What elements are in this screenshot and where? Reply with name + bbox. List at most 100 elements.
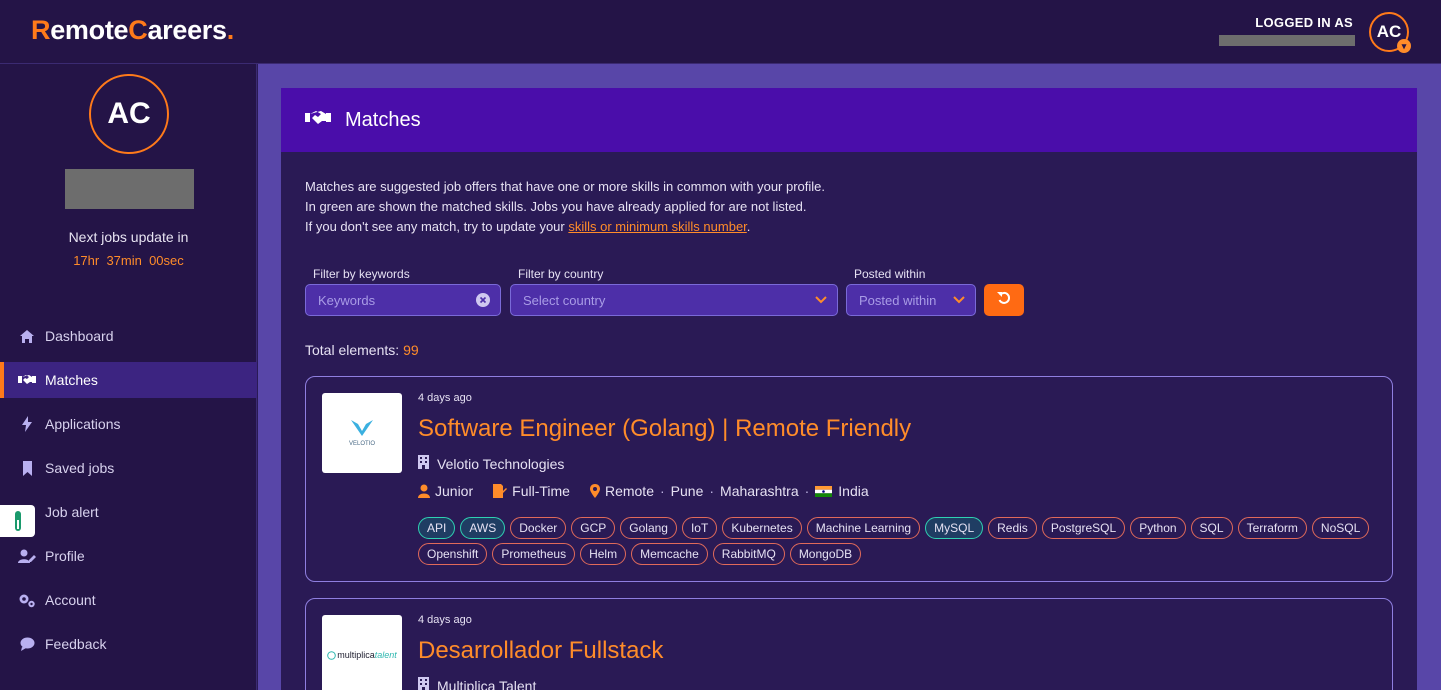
sidebar-item-label: Applications	[45, 416, 121, 432]
level-label: Junior	[435, 483, 474, 499]
multiplica-mark-icon	[327, 650, 337, 660]
job-meta: Junior Full-Time Remote · Pune · Maharasht…	[418, 483, 869, 499]
location-part: Pune	[670, 483, 704, 499]
sidebar-item-account[interactable]: Account	[0, 582, 257, 618]
password-manager-icon[interactable]	[0, 505, 35, 537]
home-icon	[18, 327, 36, 345]
skill-tag: Helm	[580, 543, 627, 565]
skill-tag: Docker	[510, 517, 567, 539]
sidebar-item-job-alert[interactable]: Job alert	[0, 494, 257, 530]
posted-date: 4 days ago	[418, 392, 472, 404]
handshake-icon	[18, 371, 36, 389]
sidebar-item-applications[interactable]: Applications	[0, 406, 257, 442]
sidebar-item-matches[interactable]: Matches	[0, 362, 257, 398]
skill-tag-matched: AWS	[460, 517, 506, 539]
clear-icon[interactable]	[476, 293, 490, 307]
sidebar-avatar-initials: AC	[107, 97, 151, 130]
job-card[interactable]: VELOTIO 4 days ago Software Engineer (Go…	[305, 376, 1393, 582]
sidebar-item-profile[interactable]: Profile	[0, 538, 257, 574]
skill-tag: NoSQL	[1311, 517, 1370, 539]
sidebar-item-feedback[interactable]: Feedback	[0, 626, 257, 662]
logo-letter-r: R	[31, 15, 51, 45]
skill-tag: MongoDB	[789, 543, 862, 565]
chevron-down-icon: ▾	[1397, 39, 1411, 53]
desc-line: If you don't see any match, try to updat…	[305, 217, 825, 237]
skill-tag: Terraform	[1237, 517, 1307, 539]
chevron-down-icon	[953, 296, 965, 304]
logo-text-areers: areers	[147, 15, 227, 45]
desc-line: In green are shown the matched skills. J…	[305, 199, 807, 214]
country-filter-label: Filter by country	[518, 267, 604, 281]
skill-tag: Machine Learning	[806, 517, 921, 539]
sidebar-item-label: Feedback	[45, 636, 107, 652]
keywords-input[interactable]: Keywords	[305, 284, 501, 316]
posted-within-select[interactable]: Posted within	[846, 284, 976, 316]
separator-dot: ·	[709, 483, 715, 499]
skill-tag: SQL	[1190, 517, 1233, 539]
page-title: Matches	[345, 108, 421, 131]
posted-placeholder: Posted within	[859, 292, 937, 308]
location-part: Remote	[604, 483, 654, 499]
file-signature-icon	[493, 484, 508, 498]
posted-filter-label: Posted within	[854, 267, 926, 281]
desc-text: .	[746, 219, 751, 234]
posted-date: 4 days ago	[418, 614, 472, 626]
total-elements: Total elements: 99	[305, 342, 419, 358]
reset-filters-button[interactable]	[984, 284, 1024, 316]
keywords-filter-label: Filter by keywords	[313, 267, 410, 281]
skill-tag: GCP	[571, 517, 616, 539]
keywords-placeholder: Keywords	[318, 292, 376, 308]
sidebar: AC Next jobs update in 17hr 37min 00sec …	[0, 64, 257, 690]
logo-text: VELOTIO	[348, 440, 375, 447]
matches-description: Matches are suggested job offers that ha…	[305, 177, 825, 237]
skill-tag: IoT	[681, 517, 718, 539]
sidebar-item-label: Profile	[45, 548, 85, 564]
redacted-username	[1219, 35, 1355, 46]
skill-tags: API AWS Docker GCP Golang IoT Kubernetes…	[418, 517, 1378, 565]
skill-tag: Python	[1130, 517, 1186, 539]
sidebar-item-label: Saved jobs	[45, 460, 115, 476]
sidebar-item-saved-jobs[interactable]: Saved jobs	[0, 450, 257, 486]
matches-panel: Matches Matches are suggested job offers…	[281, 88, 1417, 690]
skill-tag-matched: API	[418, 517, 456, 539]
velotio-mark-icon	[350, 419, 373, 436]
user-avatar-menu[interactable]: AC ▾	[1369, 12, 1411, 53]
building-icon	[418, 677, 429, 690]
logo-letter-c: C	[128, 15, 148, 45]
bookmark-icon	[18, 459, 36, 477]
multiplica-logo: multiplica talent	[327, 650, 397, 660]
job-level: Junior	[418, 483, 473, 499]
type-label: Full-Time	[512, 483, 570, 499]
company-label: Multiplica Talent	[437, 677, 537, 690]
sidebar-item-label: Dashboard	[45, 328, 114, 344]
india-flag-icon	[815, 485, 833, 497]
job-location: Remote · Pune · Maharashtra · India	[589, 483, 869, 499]
job-card[interactable]: multiplica talent 4 days ago Desarrollado…	[305, 598, 1393, 690]
app-logo[interactable]: RemoteCareers.	[31, 15, 234, 46]
job-title[interactable]: Software Engineer (Golang) | Remote Frie…	[418, 415, 911, 443]
skill-tag: Redis	[988, 517, 1037, 539]
skill-tag: Golang	[620, 517, 677, 539]
skill-tag-matched: MySQL	[925, 517, 984, 539]
update-skills-link[interactable]: skills or minimum skills number	[568, 219, 746, 234]
sidebar-item-label: Matches	[45, 372, 98, 388]
sidebar-item-dashboard[interactable]: Dashboard	[0, 318, 257, 354]
sidebar-nav: Dashboard Matches Applications Saved job…	[0, 318, 257, 670]
comment-icon	[18, 635, 36, 653]
user-edit-icon	[18, 547, 36, 565]
update-countdown: 17hr 37min 00sec	[73, 253, 184, 268]
skill-tag: Kubernetes	[722, 517, 802, 539]
company-name: Multiplica Talent	[418, 677, 536, 690]
total-count: 99	[403, 342, 419, 358]
job-title[interactable]: Desarrollador Fullstack	[418, 637, 663, 665]
skill-tag: RabbitMQ	[712, 543, 785, 565]
desc-line: Matches are suggested job offers that ha…	[305, 179, 826, 194]
total-label: Total elements:	[305, 342, 400, 358]
country-select[interactable]: Select country	[510, 284, 838, 316]
separator-dot: ·	[804, 483, 810, 499]
job-type: Full-Time	[493, 483, 570, 499]
building-icon	[418, 455, 429, 472]
skill-tag: Prometheus	[492, 543, 576, 565]
company-name: Velotio Technologies	[418, 455, 564, 472]
user-tie-icon	[418, 484, 430, 498]
